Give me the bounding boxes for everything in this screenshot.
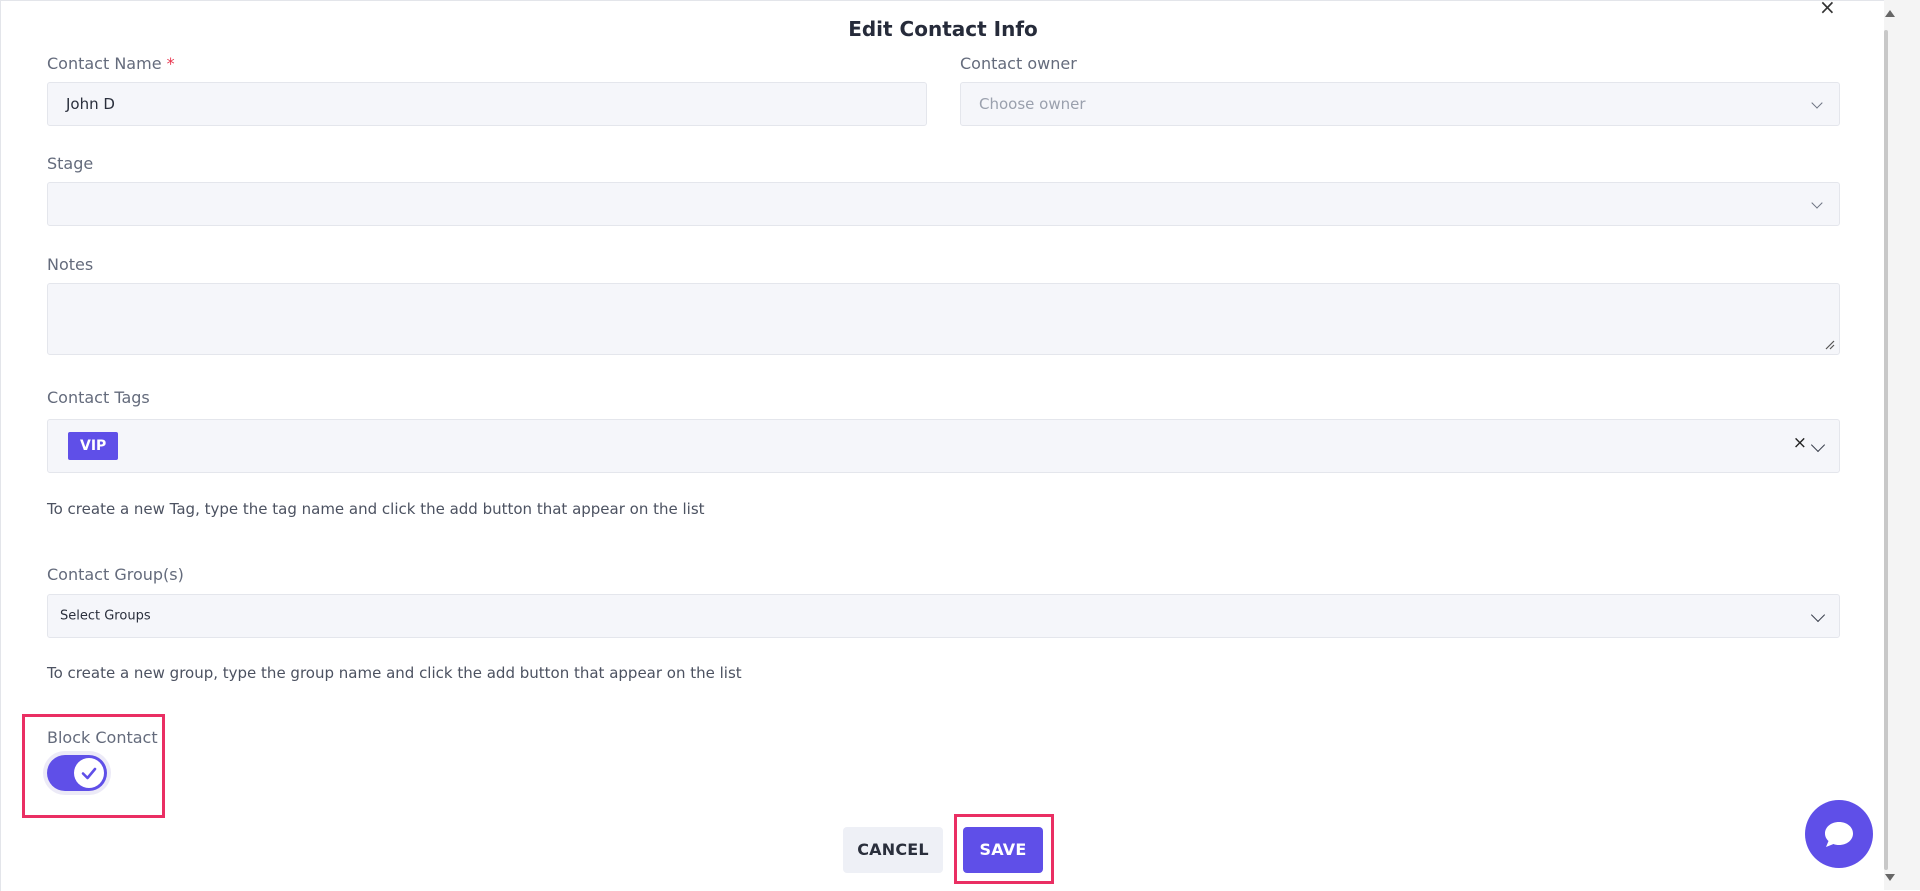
notes-textarea[interactable] bbox=[47, 283, 1840, 355]
notes-label: Notes bbox=[47, 255, 94, 274]
chat-bubble-icon bbox=[1825, 822, 1853, 847]
stage-label: Stage bbox=[47, 154, 94, 173]
modal-title: Edit Contact Info bbox=[848, 17, 1038, 41]
chevron-down-icon bbox=[1811, 97, 1823, 109]
contact-owner-placeholder: Choose owner bbox=[979, 95, 1086, 113]
clear-tags-icon[interactable]: × bbox=[1793, 433, 1807, 453]
close-icon[interactable]: × bbox=[1819, 0, 1836, 19]
contact-tags-select[interactable]: VIP × bbox=[47, 419, 1840, 473]
block-contact-label: Block Contact bbox=[47, 728, 158, 747]
scrollbar[interactable] bbox=[1884, 0, 1920, 890]
check-icon bbox=[81, 767, 97, 780]
resize-handle-icon[interactable] bbox=[1823, 338, 1835, 350]
required-mark: * bbox=[166, 54, 175, 73]
contact-groups-label: Contact Group(s) bbox=[47, 565, 184, 584]
tag-chip[interactable]: VIP bbox=[68, 432, 119, 460]
contact-groups-select[interactable]: Select Groups bbox=[47, 594, 1840, 638]
scroll-down-icon[interactable] bbox=[1885, 874, 1895, 881]
groups-hint: To create a new group, type the group na… bbox=[47, 664, 742, 682]
contact-name-label: Contact Name * bbox=[47, 54, 175, 73]
chevron-down-icon bbox=[1811, 197, 1823, 209]
edit-contact-modal: Edit Contact Info × Contact Name * John … bbox=[0, 0, 1885, 891]
contact-owner-select[interactable]: Choose owner bbox=[960, 82, 1840, 126]
cancel-button[interactable]: CANCEL bbox=[843, 827, 943, 873]
stage-select[interactable] bbox=[47, 182, 1840, 226]
chevron-down-icon bbox=[1810, 607, 1826, 623]
save-button[interactable]: SAVE bbox=[963, 827, 1043, 873]
contact-tags-label: Contact Tags bbox=[47, 388, 150, 407]
contact-name-label-text: Contact Name bbox=[47, 54, 162, 73]
chat-button[interactable] bbox=[1805, 800, 1873, 868]
toggle-knob bbox=[74, 758, 104, 788]
contact-owner-label: Contact owner bbox=[960, 54, 1077, 73]
scroll-up-icon[interactable] bbox=[1885, 10, 1895, 17]
contact-groups-placeholder: Select Groups bbox=[60, 608, 151, 624]
contact-name-value: John D bbox=[66, 95, 115, 113]
block-contact-toggle[interactable] bbox=[47, 755, 107, 791]
contact-name-input[interactable]: John D bbox=[47, 82, 927, 126]
scrollbar-thumb[interactable] bbox=[1884, 30, 1888, 870]
chevron-down-icon[interactable] bbox=[1810, 437, 1826, 453]
tags-hint: To create a new Tag, type the tag name a… bbox=[47, 500, 705, 518]
